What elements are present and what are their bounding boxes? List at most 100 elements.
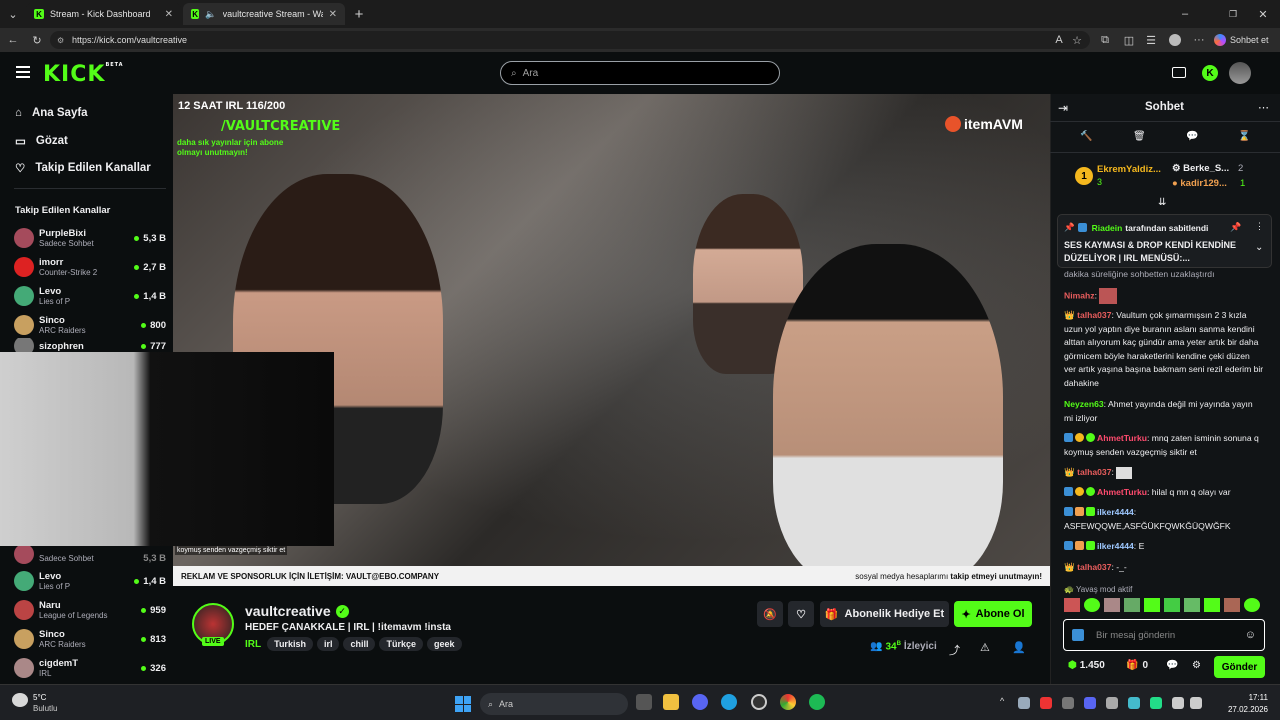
tray-app-icon[interactable] xyxy=(1040,697,1052,709)
chat-message[interactable]: Nimahz: xyxy=(1064,288,1264,304)
tag[interactable]: Türkçe xyxy=(379,637,423,651)
tray-app-icon[interactable] xyxy=(1084,697,1096,709)
chat-input[interactable]: Bir mesaj gönderin ☺ xyxy=(1063,619,1265,651)
tag[interactable]: Turkish xyxy=(267,637,313,651)
more-menu-icon[interactable]: ··· xyxy=(1190,31,1208,49)
creator-dashboard-icon[interactable] xyxy=(1172,67,1186,78)
tray-chevron-icon[interactable]: ^ xyxy=(1000,696,1004,706)
chrome-icon[interactable] xyxy=(780,694,796,710)
sidebar-channel[interactable]: imorr Counter-Strike 2 2,7 B xyxy=(14,253,166,281)
inventory-display[interactable]: 🎁 0 xyxy=(1126,660,1148,671)
nav-home[interactable]: ⌂ Ana Sayfa xyxy=(15,107,88,119)
kick-rewards-icon[interactable]: K xyxy=(1202,65,1218,81)
url-field[interactable]: ⚙ https://kick.com/vaultcreative xyxy=(50,31,1090,49)
sidebar-channel[interactable]: Levo Lies of P 1,4 B xyxy=(14,567,166,595)
taskbar-search[interactable]: ⌕ Ara xyxy=(480,693,628,715)
favorite-icon[interactable]: ☆ xyxy=(1068,31,1086,49)
chat-message[interactable]: 👑 talha037: -_- xyxy=(1064,561,1264,575)
emote-icon[interactable] xyxy=(1184,598,1200,612)
emote-icon[interactable] xyxy=(1244,598,1260,612)
category-link[interactable]: IRL xyxy=(245,639,261,650)
profile-avatar-icon[interactable] xyxy=(1166,31,1184,49)
tray-app-icon[interactable] xyxy=(1128,697,1140,709)
tray-app-icon[interactable] xyxy=(1018,697,1030,709)
windows-start-icon[interactable] xyxy=(455,696,471,712)
share-icon[interactable]: ⤴ xyxy=(949,642,960,658)
unpin-icon[interactable]: 📌 xyxy=(1230,222,1241,233)
user-avatar[interactable] xyxy=(1229,62,1251,84)
expand-leaderboard-icon[interactable]: ⇊ xyxy=(1158,197,1166,208)
emote-icon[interactable] xyxy=(1164,598,1180,612)
clock-date[interactable]: 27.02.2026 xyxy=(1220,705,1268,714)
clock-time[interactable]: 17:11 xyxy=(1220,693,1268,702)
chat-bubble-icon[interactable]: 💬 xyxy=(1186,131,1198,142)
emote-icon[interactable] xyxy=(1084,598,1100,612)
profile-icon[interactable]: 👤 xyxy=(1012,641,1026,654)
sidebar-channel[interactable]: Sinco ARC Raiders 813 xyxy=(14,625,166,653)
kick-logo[interactable]: KICKBETA xyxy=(43,62,124,87)
tray-app-icon[interactable] xyxy=(1106,697,1118,709)
emoji-icon[interactable]: ☺ xyxy=(1245,629,1256,641)
task-view-icon[interactable] xyxy=(636,694,652,710)
extensions-icon[interactable]: ⧉ xyxy=(1096,31,1114,49)
sidebar-channel[interactable]: PurpleBixi Sadece Sohbet 5,3 B xyxy=(14,224,166,252)
sidebar-channel[interactable]: Sinco ARC Raiders 800 xyxy=(14,311,166,339)
edge-icon[interactable] xyxy=(721,694,737,710)
trash-icon[interactable]: 🗑 xyxy=(1133,131,1146,142)
tray-app-icon[interactable] xyxy=(1062,697,1074,709)
tray-app-icon[interactable] xyxy=(1150,697,1162,709)
emote-icon[interactable] xyxy=(1204,598,1220,612)
chat-message[interactable]: ilker4444: ASFEWQQWE,ASFĞÜKFQWKĞÜQWĞFK xyxy=(1064,506,1264,533)
hourglass-icon[interactable]: ⌛ xyxy=(1238,131,1250,142)
minimize-icon[interactable]: – xyxy=(1176,5,1194,23)
obs-icon[interactable] xyxy=(751,694,767,710)
chat-message[interactable]: 👑 talha037: xyxy=(1064,466,1264,480)
follow-button[interactable]: ♡ xyxy=(788,601,814,627)
points-display[interactable]: ⬢ 1.450 xyxy=(1068,660,1105,671)
chat-message[interactable]: 👑 talha037: Vaultum çok şımarmışsın 2 3 … xyxy=(1064,309,1264,390)
sidebar-channel[interactable]: Sadece Sohbet 5,3 B xyxy=(14,546,166,564)
mod-hammer-icon[interactable]: 🔨 xyxy=(1080,131,1092,142)
weather-icon[interactable] xyxy=(12,693,28,707)
discord-icon[interactable] xyxy=(692,694,708,710)
emote-icon[interactable] xyxy=(1144,598,1160,612)
tab-vaultcreative[interactable]: K 🔈 vaultcreative Stream - Watch Live...… xyxy=(183,3,345,25)
tab-list-icon[interactable]: ⌄ xyxy=(4,5,22,23)
maximize-icon[interactable]: ❐ xyxy=(1224,5,1242,23)
read-aloud-icon[interactable]: A xyxy=(1050,31,1068,49)
chat-message[interactable]: AhmetTurku: mnq zaten isminin sonuna q k… xyxy=(1064,432,1264,459)
leaderboard-user[interactable]: EkremYaldiz... xyxy=(1097,164,1161,175)
menu-hamburger-icon[interactable] xyxy=(16,66,30,78)
pinned-expand-icon[interactable]: ⌄ xyxy=(1255,242,1263,253)
back-icon[interactable]: ← xyxy=(4,31,22,49)
chat-settings-icon[interactable]: ⚙ xyxy=(1192,660,1201,671)
nav-browse[interactable]: ▭ Gözat xyxy=(15,134,68,148)
tag[interactable]: chill xyxy=(343,637,376,651)
chat-users-icon[interactable]: 💬 xyxy=(1166,660,1178,671)
emote-icon[interactable] xyxy=(1064,598,1080,612)
search-input[interactable]: ⌕ Ara xyxy=(500,61,780,85)
tab-close-icon[interactable]: ✕ xyxy=(165,9,173,20)
pinned-message[interactable]: 📌 Riadein tarafından sabitlendi SES KAYM… xyxy=(1057,214,1272,268)
tab-close-icon[interactable]: ✕ xyxy=(329,9,337,20)
leaderboard-user[interactable]: ● kadir129... xyxy=(1172,178,1227,189)
new-tab-icon[interactable]: + xyxy=(350,5,368,23)
pinned-more-icon[interactable]: ⋮ xyxy=(1255,221,1264,232)
tab-kick-dashboard[interactable]: K Stream - Kick Dashboard ✕ xyxy=(26,3,181,25)
channel-name[interactable]: vaultcreative xyxy=(245,603,331,619)
emote-icon[interactable] xyxy=(1104,598,1120,612)
chat-message[interactable]: Neyzen63: Ahmet yayında değil mi yayında… xyxy=(1064,398,1264,425)
sidebar-channel[interactable]: cigdemT IRL 326 xyxy=(14,654,166,682)
file-explorer-icon[interactable] xyxy=(663,694,679,710)
tag[interactable]: irl xyxy=(316,637,340,651)
emote-icon[interactable] xyxy=(1224,598,1240,612)
network-icon[interactable] xyxy=(1172,697,1184,709)
subscribe-button[interactable]: ✦ Abone Ol xyxy=(954,601,1032,627)
site-info-icon[interactable]: ⚙ xyxy=(57,36,64,45)
copilot-button[interactable]: Sohbet et xyxy=(1214,31,1269,49)
leaderboard-user[interactable]: ⚙ Berke_S... xyxy=(1172,163,1229,174)
volume-icon[interactable] xyxy=(1190,697,1202,709)
notifications-off-button[interactable]: 🔕 xyxy=(757,601,783,627)
close-window-icon[interactable]: ✕ xyxy=(1254,5,1272,23)
spotify-icon[interactable] xyxy=(809,694,825,710)
